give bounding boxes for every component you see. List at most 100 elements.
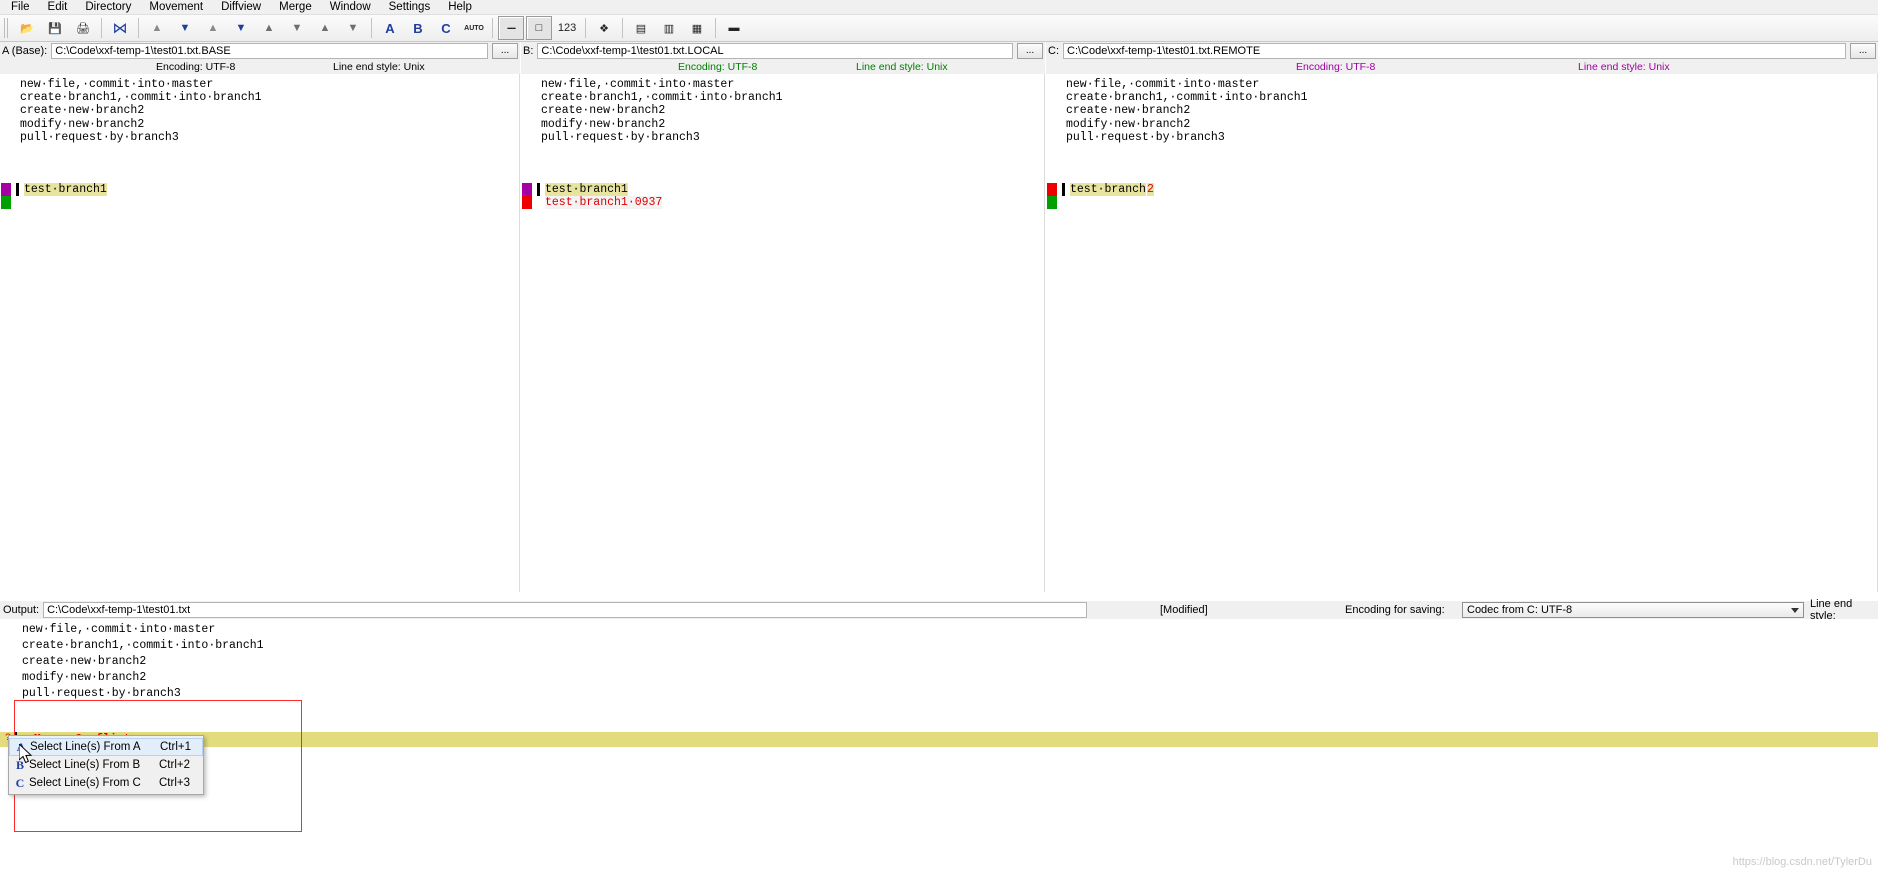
context-menu-item-accel: Ctrl+2 [159, 759, 190, 771]
output-path-field[interactable]: C:\Code\xxf-temp-1\test01.txt [43, 602, 1088, 618]
menu-item-merge[interactable]: Merge [270, 0, 321, 15]
first-difference-icon[interactable]: ▲ [144, 16, 170, 40]
show-whitespace-dashes-icon[interactable]: --- [498, 16, 524, 40]
diff-marker-C [1047, 182, 1057, 197]
context-menu-item-b[interactable]: B Select Line(s) From B Ctrl+2 [9, 756, 203, 774]
show-window-a-icon[interactable]: ▤ [628, 16, 654, 40]
diff-line-row [1046, 196, 1877, 210]
code-line: create·branch1,·commit·into·branch1 [541, 91, 783, 105]
choose-c-everywhere-icon-glyph: C [441, 20, 451, 36]
choose-b-everywhere-icon-glyph: B [413, 20, 423, 36]
file-row-B: B: C:\Code\xxf-temp-1\test01.txt.LOCAL... [521, 42, 1045, 60]
browse-button-B[interactable]: ... [1017, 43, 1043, 59]
diff-line-suffix: 2 [1147, 182, 1154, 197]
output-text-pane[interactable]: new·file,·commit·into·master create·branc… [0, 619, 1878, 882]
overview-icon[interactable]: ▬ [721, 16, 747, 40]
toolbar: 📂 💾 🖨 ⋈ ▲ ▼ ▲ ▼ ▲ ▼ ▲ ▼ A B C AUTO --- □ 123 ❖ ▤ ▥ ▦ ▬ [0, 15, 1878, 42]
show-whitespace-icon[interactable]: □ [526, 16, 552, 40]
pane-spacer [521, 144, 1044, 183]
previous-difference-icon[interactable]: ▲ [200, 16, 226, 40]
menu-item-movement[interactable]: Movement [140, 0, 212, 15]
code-line: new·file,·commit·into·master [20, 78, 214, 91]
show-window-c-icon[interactable]: ▦ [684, 16, 710, 40]
info-row-C: Encoding: UTF-8 Line end style: Unix [1046, 60, 1878, 74]
show-line-numbers-icon-glyph: 123 [557, 22, 577, 34]
file-path-field-C[interactable]: C:\Code\xxf-temp-1\test01.txt.REMOTE [1063, 43, 1846, 59]
menu-item-edit[interactable]: Edit [39, 0, 77, 15]
text-pane-B[interactable]: new·file,·commit·into·master create·branc… [521, 74, 1045, 592]
context-menu[interactable]: ASelect Line(s) From ACtrl+1BSelect Line… [8, 735, 204, 795]
menu-item-file[interactable]: File [2, 0, 39, 15]
merge-conflict-band [0, 732, 1878, 747]
last-difference-icon[interactable]: ▼ [172, 16, 198, 40]
text-pane-C[interactable]: new·file,·commit·into·master create·branc… [1046, 74, 1878, 592]
choose-c-everywhere-icon[interactable]: C [433, 16, 459, 40]
letter-c-icon: C [15, 775, 25, 790]
output-code-line: create·branch1,·commit·into·branch1 [22, 639, 264, 652]
diff-line-row: test·branch1·0937 [521, 196, 1044, 210]
output-code-line: modify·new·branch2 [22, 671, 147, 684]
open-icon-glyph: 📂 [20, 22, 34, 35]
browse-button-A[interactable]: ... [492, 43, 518, 59]
toolbar-separator [101, 18, 102, 38]
toolbar-drag-handle[interactable] [4, 18, 9, 38]
automatic-merge-icon[interactable]: AUTO [461, 16, 487, 40]
overview-icon-glyph: ▬ [728, 22, 740, 34]
pane-A: A (Base): C:\Code\xxf-temp-1\test01.txt.B… [0, 42, 520, 592]
show-window-b-icon-glyph: ▥ [663, 22, 675, 35]
choose-a-everywhere-icon[interactable]: A [377, 16, 403, 40]
next-conflict-icon[interactable]: ▼ [284, 16, 310, 40]
pane-spacer [1046, 144, 1877, 183]
choose-b-everywhere-icon[interactable]: B [405, 16, 431, 40]
print-icon-glyph: 🖨 [76, 22, 90, 35]
open-icon[interactable]: 📂 [14, 16, 40, 40]
pane-label-C: C: [1048, 45, 1059, 57]
text-pane-A[interactable]: new·file,·commit·into·master create·branc… [0, 74, 520, 592]
toggle-split-orientation-icon[interactable]: ❖ [591, 16, 617, 40]
diff-line-text: test·branch1 [545, 182, 628, 197]
menu-item-window[interactable]: Window [321, 0, 380, 15]
print-icon[interactable]: 🖨 [70, 16, 96, 40]
diff-line-row: test·branch 2 [1046, 182, 1877, 197]
modified-badge: [Modified] [1160, 604, 1208, 616]
diff-bowtie-icon-glyph: ⋈ [112, 20, 128, 37]
menu-item-settings[interactable]: Settings [380, 0, 440, 15]
show-whitespace-icon-glyph: □ [535, 22, 543, 34]
pane-label-B: B: [523, 45, 534, 57]
previous-conflict-icon[interactable]: ▲ [256, 16, 282, 40]
diff-line-row [0, 196, 519, 210]
selection-bar-A [16, 182, 19, 197]
diff-line-text: test·branch1 [24, 182, 107, 197]
encoding-for-saving-select[interactable]: Codec from C: UTF-8 [1462, 602, 1804, 618]
code-line: create·new·branch2 [541, 104, 666, 118]
context-menu-item-c[interactable]: C Select Line(s) From C Ctrl+3 [9, 774, 203, 792]
browse-button-C[interactable]: ... [1850, 43, 1876, 59]
show-window-b-icon[interactable]: ▥ [656, 16, 682, 40]
selection-bar-C [1062, 182, 1065, 197]
menu-item-diffview[interactable]: Diffview [212, 0, 270, 15]
context-menu-item-accel: Ctrl+3 [159, 777, 190, 789]
previous-unsolved-conflict-icon-glyph: ▲ [319, 22, 331, 34]
diff-line-text: test·branch [1070, 182, 1146, 197]
next-unsolved-conflict-icon[interactable]: ▼ [340, 16, 366, 40]
code-line: create·new·branch2 [20, 104, 145, 118]
diff-bowtie-icon[interactable]: ⋈ [107, 16, 133, 40]
file-path-field-B[interactable]: C:\Code\xxf-temp-1\test01.txt.LOCAL [537, 43, 1013, 59]
file-path-field-A[interactable]: C:\Code\xxf-temp-1\test01.txt.BASE [51, 43, 488, 59]
next-difference-icon[interactable]: ▼ [228, 16, 254, 40]
previous-unsolved-conflict-icon[interactable]: ▲ [312, 16, 338, 40]
diff-marker-B [522, 182, 532, 197]
save-icon[interactable]: 💾 [42, 16, 68, 40]
show-line-numbers-icon[interactable]: 123 [554, 16, 580, 40]
selection-bar-B [537, 182, 540, 197]
first-difference-icon-glyph: ▲ [151, 22, 163, 34]
previous-difference-icon-glyph: ▲ [207, 22, 219, 34]
diff-marker-A [1, 196, 11, 210]
previous-conflict-icon-glyph: ▲ [263, 22, 275, 34]
menu-item-help[interactable]: Help [439, 0, 481, 15]
kdiff3-window: File Edit Directory Movement Diffview Merge Wi… [0, 0, 1878, 882]
context-menu-item-a[interactable]: ASelect Line(s) From ACtrl+1 [9, 738, 203, 756]
watermark-text: https://blog.csdn.net/TylerDu [1732, 856, 1872, 868]
diff-marker-B [522, 196, 532, 210]
menu-item-directory[interactable]: Directory [76, 0, 140, 15]
